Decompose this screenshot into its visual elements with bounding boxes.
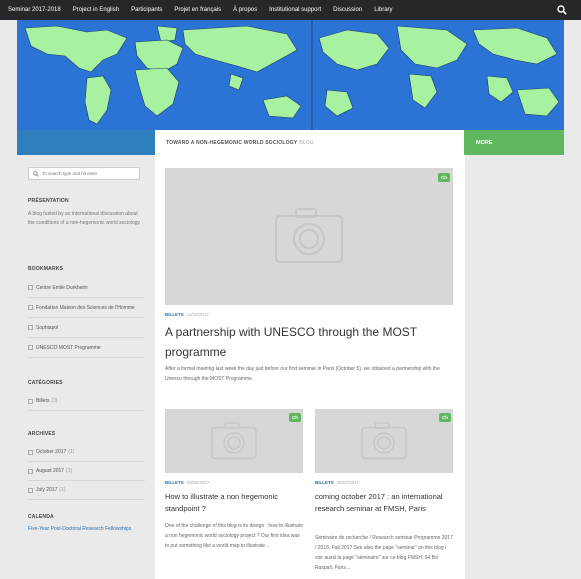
post-title[interactable]: coming october 2017 : an international r… bbox=[315, 491, 455, 515]
post-meta: BILLETS 28/08/2017 bbox=[165, 480, 209, 485]
calendar-title: CALENDA bbox=[28, 514, 54, 520]
archives-list: October 2017 (1) August 2017 (1) July 2017… bbox=[28, 443, 145, 500]
bookmark-item[interactable]: Centre Emile Durkheim bbox=[28, 278, 145, 298]
comments-badge[interactable]: Ch bbox=[289, 413, 301, 422]
categories-list: Billets (3) bbox=[28, 392, 145, 411]
nav-item-seminar[interactable]: Seminar 2017-2018 bbox=[8, 7, 61, 13]
bookmark-item[interactable]: UNESCO MOST Programme bbox=[28, 338, 145, 358]
header-world-map[interactable] bbox=[17, 20, 564, 130]
featured-meta: BILLETS 11/10/2017 bbox=[165, 312, 209, 317]
archive-item[interactable]: October 2017 (1) bbox=[28, 443, 145, 462]
search-input[interactable] bbox=[42, 171, 138, 176]
nav-item-projet-francais[interactable]: Projet en français bbox=[174, 7, 221, 13]
left-sidebar: PRÉSENTATION A blog fueled by an interna… bbox=[17, 155, 155, 579]
document-icon bbox=[28, 398, 33, 404]
document-icon bbox=[28, 345, 33, 350]
nav-item-project-english[interactable]: Project in English bbox=[73, 7, 119, 13]
world-map-image bbox=[17, 20, 564, 130]
camera-icon bbox=[361, 422, 407, 459]
camera-icon bbox=[275, 208, 343, 263]
post-date: 28/08/2017 bbox=[186, 480, 210, 485]
presentation-text: A blog fueled by an international discus… bbox=[28, 211, 141, 226]
category-link[interactable]: BILLETS bbox=[165, 312, 184, 317]
post-title[interactable]: How to illustrate a non hegemonic standp… bbox=[165, 491, 305, 515]
document-icon bbox=[28, 285, 33, 290]
post-date: 11/10/2017 bbox=[186, 312, 209, 317]
bookmarks-list: Centre Emile Durkheim Fondation Maison d… bbox=[28, 278, 145, 358]
category-item[interactable]: Billets (3) bbox=[28, 392, 145, 411]
document-icon bbox=[28, 468, 33, 474]
bookmarks-title: BOOKMARKS bbox=[28, 266, 64, 272]
archive-item[interactable]: August 2017 (1) bbox=[28, 462, 145, 481]
post-excerpt: One of the challenge of this blog is its… bbox=[165, 523, 304, 549]
post-date: 25/07/2017 bbox=[336, 480, 360, 485]
document-icon bbox=[28, 305, 33, 310]
nav-item-institutional-support[interactable]: Institutional support bbox=[269, 7, 321, 13]
sidebar-search[interactable] bbox=[28, 167, 140, 180]
main-content: Ch BILLETS 11/10/2017 A partnership with … bbox=[155, 155, 465, 579]
search-icon bbox=[33, 170, 39, 177]
top-navigation: Seminar 2017-2018 Project in English Par… bbox=[0, 0, 581, 20]
categories-title: CATÉGORIES bbox=[28, 380, 63, 386]
more-button[interactable]: MORE bbox=[464, 130, 564, 155]
category-link[interactable]: BILLETS bbox=[165, 480, 184, 485]
category-link[interactable]: BILLETS bbox=[315, 480, 334, 485]
post-meta: BILLETS 25/07/2017 bbox=[315, 480, 359, 485]
comments-badge[interactable]: Ch bbox=[438, 173, 450, 182]
band-left-accent bbox=[17, 130, 155, 155]
blog-name-bar: TOWARD A NON-HEGEMONIC WORLD SOCIOLOGY B… bbox=[155, 130, 464, 155]
bookmark-item[interactable]: Fondation Maison des Sciences de l'Homme bbox=[28, 298, 145, 318]
nav-item-a-propos[interactable]: À propos bbox=[233, 7, 257, 13]
search-icon[interactable] bbox=[557, 5, 567, 15]
nav-item-participants[interactable]: Participants bbox=[131, 7, 162, 13]
archive-item[interactable]: July 2017 (1) bbox=[28, 481, 145, 500]
nav-item-library[interactable]: Library bbox=[374, 7, 392, 13]
document-icon bbox=[28, 449, 33, 455]
post-excerpt: Séminaire de recherche / Research semina… bbox=[315, 535, 453, 571]
blog-suffix: BLOG bbox=[299, 139, 315, 146]
nav-item-discussion[interactable]: Discussion bbox=[333, 7, 362, 13]
presentation-title: PRÉSENTATION bbox=[28, 198, 69, 204]
right-sidebar bbox=[465, 155, 564, 579]
archives-title: ARCHIVES bbox=[28, 431, 56, 437]
camera-icon bbox=[211, 422, 257, 459]
featured-post-thumbnail[interactable] bbox=[165, 168, 453, 305]
featured-post-excerpt: After a formal meeting last week the day… bbox=[165, 366, 440, 382]
post-thumbnail[interactable] bbox=[315, 409, 453, 473]
title-band: TOWARD A NON-HEGEMONIC WORLD SOCIOLOGY B… bbox=[17, 130, 564, 155]
calendar-link[interactable]: Five-Year Post-Doctoral Research Fellows… bbox=[28, 526, 145, 532]
featured-post-title[interactable]: A partnership with UNESCO through the MO… bbox=[165, 322, 455, 362]
document-icon bbox=[28, 487, 33, 493]
comments-badge[interactable]: Ch bbox=[439, 413, 451, 422]
post-thumbnail[interactable] bbox=[165, 409, 303, 473]
document-icon bbox=[28, 325, 33, 330]
blog-name[interactable]: TOWARD A NON-HEGEMONIC WORLD SOCIOLOGY bbox=[166, 140, 297, 146]
bookmark-item[interactable]: Sophiapol bbox=[28, 318, 145, 338]
